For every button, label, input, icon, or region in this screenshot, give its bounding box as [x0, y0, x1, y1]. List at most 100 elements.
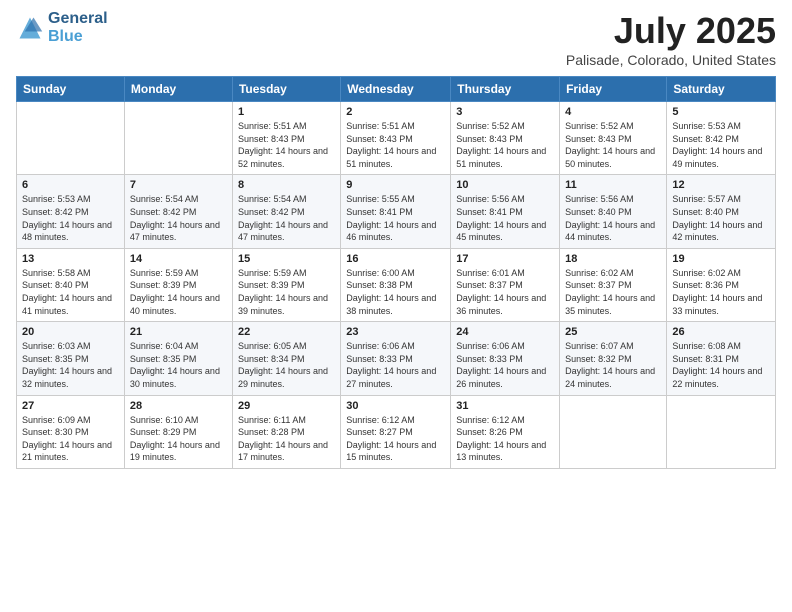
day-number: 11 [565, 179, 661, 191]
day-number: 13 [22, 253, 119, 265]
logo-blue-text: Blue [48, 28, 108, 46]
col-header-sunday: Sunday [17, 77, 125, 102]
empty-cell [124, 102, 232, 175]
col-header-tuesday: Tuesday [232, 77, 340, 102]
calendar-day-27: 27 Sunrise: 6:09 AM Sunset: 8:30 PM Dayli… [17, 395, 125, 468]
day-info: Sunrise: 6:04 AM Sunset: 8:35 PM Dayligh… [130, 340, 227, 390]
day-info: Sunrise: 6:10 AM Sunset: 8:29 PM Dayligh… [130, 414, 227, 464]
calendar-day-12: 12 Sunrise: 5:57 AM Sunset: 8:40 PM Dayli… [667, 175, 776, 248]
calendar-day-19: 19 Sunrise: 6:02 AM Sunset: 8:36 PM Dayli… [667, 248, 776, 321]
calendar-day-25: 25Sunrise: 6:07 AM Sunset: 8:32 PM Dayli… [560, 322, 667, 395]
day-info: Sunrise: 5:53 AM Sunset: 8:42 PM Dayligh… [672, 120, 770, 170]
day-number: 14 [130, 253, 227, 265]
calendar-day-1: 1 Sunrise: 5:51 AM Sunset: 8:43 PM Daylig… [232, 102, 340, 175]
calendar-day-21: 21 Sunrise: 6:04 AM Sunset: 8:35 PM Dayli… [124, 322, 232, 395]
day-number: 29 [238, 400, 335, 412]
col-header-friday: Friday [560, 77, 667, 102]
day-number: 7 [130, 179, 227, 191]
calendar-day-6: 6 Sunrise: 5:53 AM Sunset: 8:42 PM Daylig… [17, 175, 125, 248]
calendar-day-26: 26Sunrise: 6:08 AM Sunset: 8:31 PM Dayli… [667, 322, 776, 395]
day-number: 1 [238, 106, 335, 118]
calendar-day-11: 11 Sunrise: 5:56 AM Sunset: 8:40 PM Dayli… [560, 175, 667, 248]
calendar-day-15: 15Sunrise: 5:59 AM Sunset: 8:39 PM Dayli… [232, 248, 340, 321]
day-number: 31 [456, 400, 554, 412]
day-number: 30 [346, 400, 445, 412]
calendar-day-31: 31Sunrise: 6:12 AM Sunset: 8:26 PM Dayli… [451, 395, 560, 468]
calendar-day-13: 13 Sunrise: 5:58 AM Sunset: 8:40 PM Dayli… [17, 248, 125, 321]
day-number: 12 [672, 179, 770, 191]
calendar-day-23: 23 Sunrise: 6:06 AM Sunset: 8:33 PM Dayli… [341, 322, 451, 395]
calendar-day-28: 28Sunrise: 6:10 AM Sunset: 8:29 PM Dayli… [124, 395, 232, 468]
month-title: July 2025 [566, 10, 776, 52]
header: General Blue July 2025 Palisade, Colorad… [16, 10, 776, 68]
location-title: Palisade, Colorado, United States [566, 52, 776, 68]
calendar-day-9: 9 Sunrise: 5:55 AM Sunset: 8:41 PM Daylig… [341, 175, 451, 248]
day-number: 17 [456, 253, 554, 265]
calendar-day-30: 30 Sunrise: 6:12 AM Sunset: 8:27 PM Dayli… [341, 395, 451, 468]
calendar-day-5: 5 Sunrise: 5:53 AM Sunset: 8:42 PM Daylig… [667, 102, 776, 175]
calendar-table: SundayMondayTuesdayWednesdayThursdayFrid… [16, 76, 776, 469]
day-info: Sunrise: 5:56 AM Sunset: 8:40 PM Dayligh… [565, 193, 661, 243]
day-info: Sunrise: 6:03 AM Sunset: 8:35 PM Dayligh… [22, 340, 119, 390]
day-info: Sunrise: 6:07 AM Sunset: 8:32 PM Dayligh… [565, 340, 661, 390]
day-number: 5 [672, 106, 770, 118]
calendar-day-16: 16Sunrise: 6:00 AM Sunset: 8:38 PM Dayli… [341, 248, 451, 321]
calendar-week-5: 27 Sunrise: 6:09 AM Sunset: 8:30 PM Dayli… [17, 395, 776, 468]
day-number: 26 [672, 326, 770, 338]
day-info: Sunrise: 6:02 AM Sunset: 8:36 PM Dayligh… [672, 267, 770, 317]
calendar-day-4: 4 Sunrise: 5:52 AM Sunset: 8:43 PM Daylig… [560, 102, 667, 175]
day-number: 9 [346, 179, 445, 191]
calendar-day-2: 2Sunrise: 5:51 AM Sunset: 8:43 PM Daylig… [341, 102, 451, 175]
logo-icon [16, 14, 44, 42]
day-info: Sunrise: 5:59 AM Sunset: 8:39 PM Dayligh… [130, 267, 227, 317]
col-header-thursday: Thursday [451, 77, 560, 102]
day-number: 2 [346, 106, 445, 118]
day-info: Sunrise: 6:09 AM Sunset: 8:30 PM Dayligh… [22, 414, 119, 464]
title-block: July 2025 Palisade, Colorado, United Sta… [566, 10, 776, 68]
day-info: Sunrise: 6:12 AM Sunset: 8:27 PM Dayligh… [346, 414, 445, 464]
empty-cell [560, 395, 667, 468]
day-number: 27 [22, 400, 119, 412]
calendar-week-3: 13 Sunrise: 5:58 AM Sunset: 8:40 PM Dayli… [17, 248, 776, 321]
calendar-day-22: 22Sunrise: 6:05 AM Sunset: 8:34 PM Dayli… [232, 322, 340, 395]
day-info: Sunrise: 5:55 AM Sunset: 8:41 PM Dayligh… [346, 193, 445, 243]
day-info: Sunrise: 6:01 AM Sunset: 8:37 PM Dayligh… [456, 267, 554, 317]
day-info: Sunrise: 5:53 AM Sunset: 8:42 PM Dayligh… [22, 193, 119, 243]
day-number: 19 [672, 253, 770, 265]
day-info: Sunrise: 5:56 AM Sunset: 8:41 PM Dayligh… [456, 193, 554, 243]
col-header-wednesday: Wednesday [341, 77, 451, 102]
calendar-header-row: SundayMondayTuesdayWednesdayThursdayFrid… [17, 77, 776, 102]
day-info: Sunrise: 5:52 AM Sunset: 8:43 PM Dayligh… [456, 120, 554, 170]
day-number: 8 [238, 179, 335, 191]
calendar-day-24: 24Sunrise: 6:06 AM Sunset: 8:33 PM Dayli… [451, 322, 560, 395]
day-info: Sunrise: 6:06 AM Sunset: 8:33 PM Dayligh… [346, 340, 445, 390]
empty-cell [667, 395, 776, 468]
day-number: 16 [346, 253, 445, 265]
day-info: Sunrise: 6:02 AM Sunset: 8:37 PM Dayligh… [565, 267, 661, 317]
col-header-monday: Monday [124, 77, 232, 102]
day-info: Sunrise: 5:57 AM Sunset: 8:40 PM Dayligh… [672, 193, 770, 243]
calendar-day-14: 14 Sunrise: 5:59 AM Sunset: 8:39 PM Dayli… [124, 248, 232, 321]
calendar-day-17: 17 Sunrise: 6:01 AM Sunset: 8:37 PM Dayli… [451, 248, 560, 321]
empty-cell [17, 102, 125, 175]
day-number: 21 [130, 326, 227, 338]
calendar-day-8: 8Sunrise: 5:54 AM Sunset: 8:42 PM Daylig… [232, 175, 340, 248]
day-info: Sunrise: 5:52 AM Sunset: 8:43 PM Dayligh… [565, 120, 661, 170]
calendar-week-2: 6 Sunrise: 5:53 AM Sunset: 8:42 PM Daylig… [17, 175, 776, 248]
page: General Blue July 2025 Palisade, Colorad… [0, 0, 792, 612]
logo-text: General Blue [48, 10, 108, 45]
col-header-saturday: Saturday [667, 77, 776, 102]
day-number: 23 [346, 326, 445, 338]
day-info: Sunrise: 6:11 AM Sunset: 8:28 PM Dayligh… [238, 414, 335, 464]
day-number: 3 [456, 106, 554, 118]
day-number: 6 [22, 179, 119, 191]
day-info: Sunrise: 5:51 AM Sunset: 8:43 PM Dayligh… [238, 120, 335, 170]
day-number: 24 [456, 326, 554, 338]
calendar-week-4: 20Sunrise: 6:03 AM Sunset: 8:35 PM Dayli… [17, 322, 776, 395]
calendar-day-10: 10Sunrise: 5:56 AM Sunset: 8:41 PM Dayli… [451, 175, 560, 248]
calendar-day-18: 18Sunrise: 6:02 AM Sunset: 8:37 PM Dayli… [560, 248, 667, 321]
day-info: Sunrise: 5:54 AM Sunset: 8:42 PM Dayligh… [130, 193, 227, 243]
day-number: 4 [565, 106, 661, 118]
day-info: Sunrise: 5:58 AM Sunset: 8:40 PM Dayligh… [22, 267, 119, 317]
logo-general-text: General [48, 10, 108, 28]
